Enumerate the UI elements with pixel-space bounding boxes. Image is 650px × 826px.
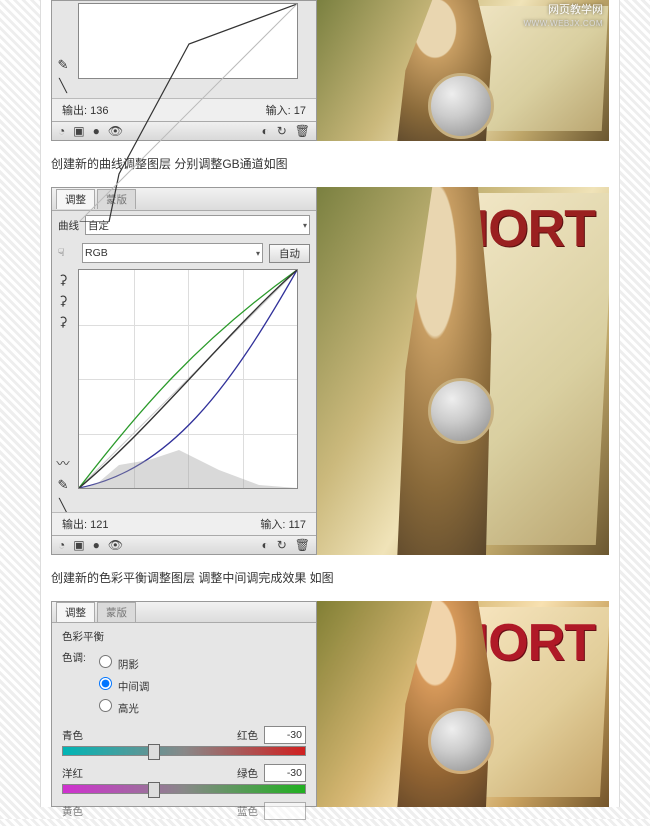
curves-panel-2: 调整 蒙版 曲线 自定 ☟ RGB 自动 ⚳ ⚳ ⚳ 〰 ✎ ╲	[51, 187, 317, 555]
tab-adjust[interactable]: 调整	[56, 602, 95, 622]
yellow-label: 黄色	[62, 804, 88, 819]
curves-graph-1[interactable]	[78, 3, 298, 79]
curves-graph-2[interactable]	[78, 269, 298, 489]
red-label: 红色	[232, 728, 258, 743]
color-balance-panel: 调整 蒙版 色彩平衡 色调: 阴影 中间调 高光 青色 红色 -30 洋红 绿色…	[51, 601, 317, 807]
prev-icon[interactable]: ◐	[261, 538, 268, 552]
cr-value[interactable]: -30	[264, 726, 306, 744]
cb-title: 色彩平衡	[62, 629, 306, 644]
curves-tools: ✎ ╲	[52, 1, 74, 98]
blue-label: 蓝色	[232, 804, 258, 819]
mg-value[interactable]: -30	[264, 764, 306, 782]
zoom-icon[interactable]: ◔	[58, 124, 65, 138]
radio-highlights[interactable]: 高光	[94, 696, 149, 716]
curves-panel-1: ✎ ╲ 输出: 136 输入: 17 ◔ ▣ ● 👁 ◐ ↻ 🗑	[51, 0, 317, 141]
curve-point-icon[interactable]: 〰	[56, 457, 69, 470]
trash-icon[interactable]: 🗑	[295, 124, 310, 138]
radio-shadows[interactable]: 阴影	[94, 652, 149, 672]
channel-select[interactable]: RGB	[82, 243, 263, 263]
eye-icon[interactable]: 👁	[108, 538, 123, 552]
watermark: 网页教学网WWW.WEBJX.COM	[524, 4, 603, 30]
preview-1: 网页教学网WWW.WEBJX.COM	[317, 0, 609, 141]
eyedropper-white-icon[interactable]: ⚳	[58, 315, 68, 328]
curves-io-row-2: 输出: 121 输入: 117	[52, 512, 316, 535]
eyedropper-black-icon[interactable]: ⚳	[58, 273, 68, 286]
reset-icon[interactable]: ↻	[277, 538, 287, 552]
smooth-icon[interactable]: ╲	[59, 499, 67, 512]
zoom-icon[interactable]: ◔	[58, 538, 65, 552]
step-text-3: 创建新的色彩平衡调整图层 调整中间调完成效果 如图	[51, 567, 609, 589]
tone-label: 色调:	[62, 650, 86, 718]
preview-2: HORT	[317, 187, 609, 555]
auto-button[interactable]: 自动	[269, 244, 310, 263]
eyedropper-gray-icon[interactable]: ⚳	[58, 294, 68, 307]
trash-icon[interactable]: 🗑	[295, 538, 310, 552]
tab-mask[interactable]: 蒙版	[97, 602, 136, 622]
curves-label: 曲线	[58, 218, 79, 233]
cr-slider[interactable]	[62, 746, 306, 756]
hand-icon[interactable]: ☟	[58, 247, 76, 259]
cyan-label: 青色	[62, 728, 88, 743]
radio-midtones[interactable]: 中间调	[94, 674, 149, 694]
mg-slider[interactable]	[62, 784, 306, 794]
curves-tools-2: ⚳ ⚳ ⚳ 〰 ✎ ╲	[52, 267, 74, 512]
pencil-icon[interactable]: ✎	[58, 478, 69, 491]
panel-footer-2: ◔ ▣ ● 👁 ◐ ↻ 🗑	[52, 535, 316, 554]
mask-icon[interactable]: ●	[93, 538, 100, 552]
yb-value[interactable]	[264, 802, 306, 820]
preview-3: HORT	[317, 601, 609, 807]
pencil-icon[interactable]: ✎	[58, 58, 69, 71]
crop-icon[interactable]: ▣	[73, 538, 84, 552]
magenta-label: 洋红	[62, 766, 88, 781]
green-label: 绿色	[232, 766, 258, 781]
smooth-icon[interactable]: ╲	[59, 79, 67, 92]
